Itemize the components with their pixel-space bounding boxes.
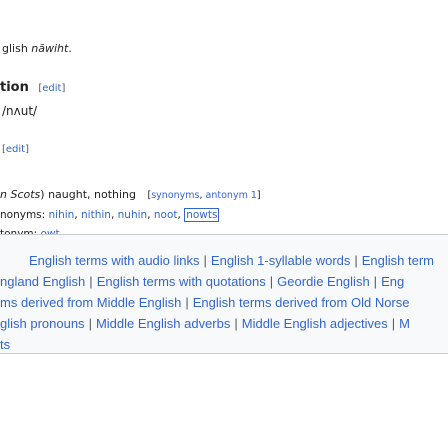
definition-scope: n Scots	[0, 188, 41, 201]
noun-edit: [edit]	[2, 144, 30, 155]
category-link[interactable]: Middle English adjectives	[242, 316, 388, 331]
pronunciation-heading-text: tion	[0, 80, 29, 95]
category-link[interactable]: Middle English adverbs	[96, 316, 230, 331]
category-link[interactable]: English terms derived from Old Norse	[193, 295, 410, 310]
category-link[interactable]: Geordie English	[277, 274, 370, 289]
synonym-nuhin[interactable]: nuhin	[118, 209, 148, 221]
ipa-transcription: /nʌut/	[2, 104, 38, 118]
definition-line: n Scots) naught, nothing [synonyms, anto…	[0, 188, 261, 201]
antonym-count-link[interactable]: 1	[251, 190, 257, 201]
category-link[interactable]: English 1-syllable words	[211, 253, 350, 268]
category-link[interactable]: ngland English	[0, 274, 85, 289]
synonym-nihin[interactable]: nihin	[49, 209, 75, 221]
synonym-nithin[interactable]: nithin	[81, 209, 111, 221]
etymology-line: glish nāwiht.	[2, 42, 72, 55]
category-link[interactable]: English term	[362, 253, 434, 268]
category-link[interactable]: glish pronouns	[0, 316, 85, 331]
synonyms-link[interactable]: synonyms	[151, 190, 199, 201]
noun-edit-link[interactable]: edit	[6, 144, 25, 155]
categories-line-3: ms derived from Middle English | English t…	[0, 295, 410, 310]
etymology-word: nāwiht	[31, 42, 69, 55]
category-link[interactable]: ts	[0, 337, 10, 352]
categories-line-5: ts	[0, 337, 10, 352]
antonym-link[interactable]: antonym	[206, 190, 248, 201]
pronunciation-heading: tion [edit]	[0, 80, 65, 95]
category-link[interactable]: Eng	[381, 274, 404, 289]
etymology-prefix: glish	[2, 42, 32, 55]
synonym-noot[interactable]: noot	[154, 209, 178, 221]
pronunciation-edit: [edit]	[38, 83, 66, 94]
synonyms-line: nonyms: nihin, nithin, nuhin, noot, nowt…	[0, 208, 220, 222]
category-link[interactable]: English terms with audio links	[29, 253, 200, 268]
synonym-nowts[interactable]: nowts	[184, 208, 220, 222]
categories-line-2: ngland English | English terms with quotat…	[0, 274, 405, 289]
top-edge-glyphs: ˜ ˜ ˜	[14, 0, 85, 8]
definition-gloss: ) naught, nothing	[40, 188, 137, 201]
pronunciation-edit-link[interactable]: edit	[42, 83, 61, 94]
synonyms-prefix: nonyms:	[0, 209, 46, 221]
categories-line-1: English terms with audio links | English 1…	[29, 253, 435, 268]
thesaurus-links: [synonyms, antonym 1]	[147, 190, 261, 201]
categories-box: English terms with audio links | English 1…	[0, 234, 448, 354]
category-link[interactable]: ms derived from Middle English	[0, 295, 181, 310]
etymology-suffix: .	[68, 42, 72, 55]
category-link[interactable]: English terms with quotations	[97, 274, 266, 289]
categories-line-4: glish pronouns | Middle English adverbs | Mi…	[0, 316, 410, 331]
category-link[interactable]: M	[399, 316, 410, 331]
